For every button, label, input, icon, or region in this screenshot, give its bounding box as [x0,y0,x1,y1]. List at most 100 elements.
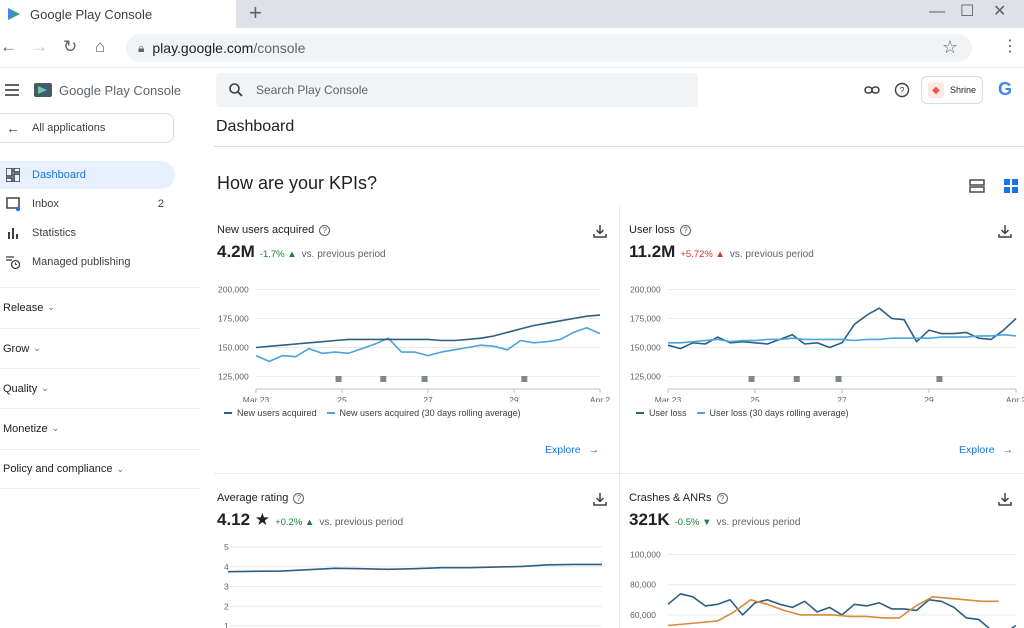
x-tick-label: Mar 23 [243,395,270,402]
back-arrow-icon: ← [6,120,20,136]
release-marker[interactable] [748,376,755,382]
explore-link[interactable]: Explore → [545,444,599,456]
minimize-icon[interactable]: — [929,2,945,22]
app-name: Shrine [950,85,977,95]
download-icon[interactable] [593,492,607,506]
sidebar: Google Play Console ← All applications D… [0,68,200,628]
grid-view-icon[interactable] [1003,178,1019,194]
chevron-down-icon: ⌄ [116,463,124,474]
user-loss-chart: 200,000 175,000 150,000 125,000 Mar 23 25 27 29… [630,285,1024,402]
all-applications-label: All applications [32,122,106,134]
page-title: Dashboard [216,118,295,135]
download-icon[interactable] [593,224,607,238]
y-tick-label: 1 [224,621,229,628]
browser-tab-bar: Google Play Console + — ☐ ✕ [0,0,1024,28]
sidebar-section-grow[interactable]: Grow ⌄ [0,328,200,368]
kpi-delta: +5.72% ▲ [680,249,725,260]
download-icon[interactable] [998,224,1012,238]
close-icon[interactable]: ✕ [993,2,1006,22]
help-icon[interactable]: ? [894,82,910,98]
sidebar-item-label: Managed publishing [32,256,131,268]
chart-legend: New users acquired New users acquired (3… [224,408,531,418]
help-icon[interactable]: ? [716,492,728,504]
url-host: play.google.com [152,40,254,56]
back-arrow-icon[interactable]: ← [0,36,17,58]
series-line [227,563,602,573]
release-marker[interactable] [421,376,428,382]
brand[interactable]: Google Play Console [33,80,181,100]
kpi-card-new-users: New users acquired? 4.2M -1.7% ▲ vs. pre… [214,212,619,472]
all-applications-button[interactable]: ← All applications [0,113,174,143]
maximize-icon[interactable]: ☐ [960,2,974,22]
tab-title: Google Play Console [30,6,153,22]
legend-item: New users acquired (30 days rolling aver… [326,408,521,418]
y-tick-label: 3 [224,582,229,592]
release-marker[interactable] [793,376,800,382]
download-icon[interactable] [998,492,1012,506]
series-line [667,307,1017,350]
release-marker[interactable] [835,376,842,382]
y-tick-label: 175,000 [630,314,661,324]
y-tick-label: 100,000 [630,550,661,560]
sidebar-section-release[interactable]: Release ⌄ [0,287,200,327]
list-view-icon[interactable] [969,178,985,194]
kpi-value: 4.12 ★ [217,510,271,529]
app-switcher-button[interactable]: ◆ Shrine [921,76,983,104]
browser-tab[interactable]: Google Play Console [0,0,236,28]
card-title: Average rating? [217,492,305,504]
card-title: New users acquired? [217,224,331,236]
hamburger-menu-icon[interactable] [5,84,19,96]
brand-name: Google Play Console [59,82,182,98]
home-icon[interactable]: ⌂ [95,36,105,58]
sidebar-section-quality[interactable]: Quality ⌄ [0,368,200,408]
release-marker[interactable] [335,376,342,382]
kpi-value: 4.2M [217,242,255,261]
kpi-value: 321K [629,510,670,529]
lock-icon: 🔒︎ [138,40,145,55]
x-tick-label: Apr 2 [590,395,611,402]
release-marker[interactable] [936,376,943,382]
search-input[interactable]: Search Play Console [216,73,698,107]
help-icon[interactable]: ? [293,492,305,504]
play-console-logo-icon [34,83,52,97]
y-tick-label: 5 [224,542,229,552]
x-tick-label: 25 [337,395,347,402]
sidebar-section-monetize[interactable]: Monetize ⌄ [0,408,200,448]
y-tick-label: 2 [224,601,229,611]
sidebar-item-statistics[interactable]: Statistics [0,219,175,247]
forward-arrow-icon[interactable]: → [31,36,48,58]
reload-icon[interactable]: ↻ [63,36,77,58]
y-tick-label: 4 [224,562,229,572]
release-marker[interactable] [380,376,387,382]
link-icon[interactable] [864,82,880,98]
sidebar-item-managed-publishing[interactable]: Managed publishing [0,248,175,276]
bookmark-star-icon[interactable]: ☆ [942,37,958,58]
url-path: /console [253,40,306,56]
release-marker[interactable] [521,376,528,382]
help-icon[interactable]: ? [679,224,691,236]
sidebar-item-dashboard[interactable]: Dashboard [0,161,175,189]
url-input[interactable]: 🔒︎ play.google.com /console ☆ [126,34,972,62]
browser-address-bar: ← → ↻ ⌂ 🔒︎ play.google.com /console ☆ ⋮ [0,28,1024,68]
help-icon[interactable]: ? [319,224,331,236]
section-label: Release [3,301,44,314]
y-tick-label: 175,000 [218,314,249,324]
card-divider-vertical [619,205,620,628]
kpi-delta: -0.5% ▼ [674,517,712,528]
kpi-row: 4.12 ★ +0.2% ▲ vs. previous period [217,510,403,530]
kpi-value: 11.2M [629,242,676,261]
shrine-logo-icon: ◆ [928,82,944,98]
sidebar-section-policy[interactable]: Policy and compliance ⌄ [0,449,200,489]
kpi-card-crashes: Crashes & ANRs? 321K -0.5% ▼ vs. previou… [626,480,1024,628]
sidebar-item-inbox[interactable]: Inbox 2 [0,190,175,218]
browser-menu-icon[interactable]: ⋮ [1002,36,1018,56]
kpi-comparison: vs. previous period [319,517,404,528]
chevron-down-icon: ⌄ [51,423,60,433]
kpi-heading: How are your KPIs? [217,173,378,193]
google-account-icon[interactable]: G [998,79,1012,100]
x-tick-label: 29 [924,395,934,402]
kpi-comparison: vs. previous period [729,249,814,260]
card-title: User loss? [629,224,691,236]
new-tab-button[interactable]: + [249,2,262,24]
explore-link[interactable]: Explore → [959,444,1013,456]
